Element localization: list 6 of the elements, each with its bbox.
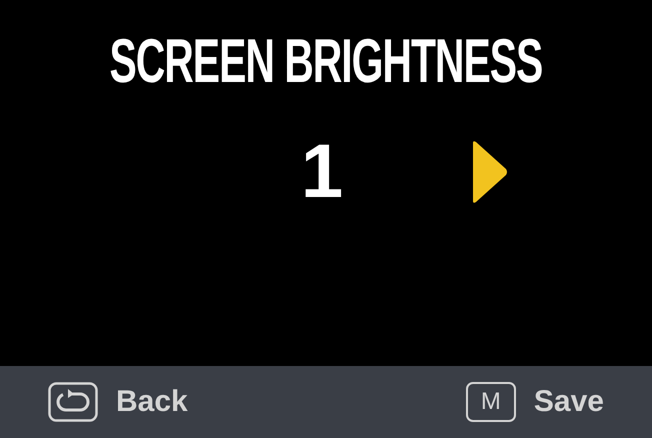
- back-button[interactable]: Back: [48, 382, 188, 422]
- key-cap: M: [466, 382, 516, 422]
- loop-arrow-key-icon: [48, 382, 98, 422]
- save-button[interactable]: M Save: [466, 382, 604, 422]
- brightness-value: 1: [300, 134, 344, 210]
- screen-title: SCREEN BRIGHTNESS: [110, 31, 542, 93]
